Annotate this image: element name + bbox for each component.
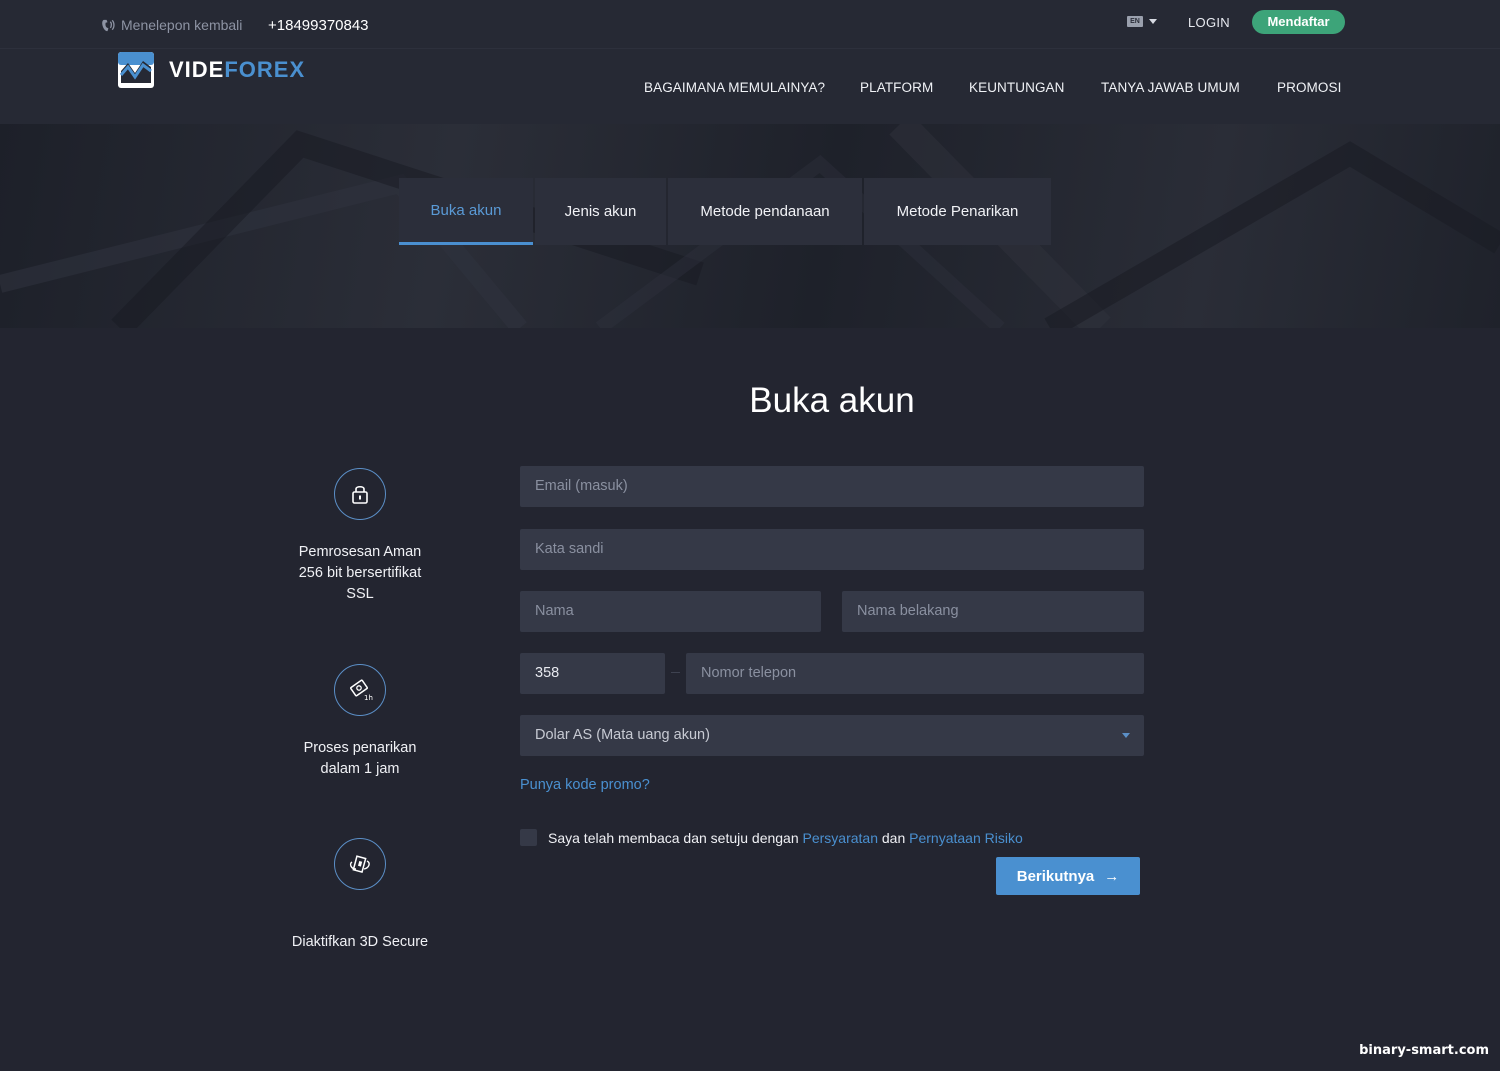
3d-secure-icon [349, 855, 370, 873]
withdraw-1h-icon: 1h [350, 679, 373, 702]
account-tabs: Buka akun Jenis akun Metode pendanaan Me… [399, 178, 1051, 245]
terms-agreement: Saya telah membaca dan setuju dengan Per… [520, 829, 1023, 846]
logo[interactable]: VIDEFOREX [117, 51, 305, 89]
arrow-right-icon: → [1104, 867, 1120, 885]
lock-icon [352, 485, 368, 504]
feature-line: Diaktifkan 3D Secure [291, 934, 429, 950]
risk-statement-link[interactable]: Pernyataan Risiko [909, 830, 1023, 846]
tab-funding-methods[interactable]: Metode pendanaan [668, 178, 862, 245]
feature-line: dalam 1 jam [320, 761, 400, 777]
tab-withdrawal-methods[interactable]: Metode Penarikan [864, 178, 1051, 245]
top-bar: Menelepon kembali +18499370843 EN LOGIN … [0, 0, 1500, 48]
language-flag-icon: EN [1127, 16, 1143, 27]
feature-line: 256 bit bersertifikat [298, 565, 422, 581]
watermark: binary-smart.com [1359, 1043, 1489, 1058]
password-field[interactable]: Kata sandi [520, 529, 1144, 570]
feature-line: Proses penarikan [303, 740, 417, 756]
feature-line: Pemrosesan Aman [298, 544, 422, 560]
feature-secure-processing: Pemrosesan Aman 256 bit bersertifikat SS… [250, 468, 470, 605]
feature-text: Diaktifkan 3D Secure [250, 932, 470, 953]
logo-text-forex: FOREX [224, 57, 306, 82]
terms-checkbox[interactable] [520, 829, 537, 846]
chevron-down-icon [1149, 19, 1157, 24]
page-title: Buka akun [749, 381, 915, 420]
agree-text: Saya telah membaca dan setuju dengan [548, 829, 799, 846]
agree-and-text: dan [881, 829, 906, 846]
nav-item-platform[interactable]: PLATFORM [860, 80, 933, 95]
currency-select[interactable]: Dolar AS (Mata uang akun) [520, 715, 1144, 756]
currency-select-value: Dolar AS (Mata uang akun) [535, 727, 710, 743]
login-link[interactable]: LOGIN [1188, 15, 1230, 30]
feature-text: Proses penarikan dalam 1 jam [250, 738, 470, 780]
first-name-field[interactable]: Nama [520, 591, 821, 632]
logo-text-vide: VIDE [169, 57, 225, 82]
phone-callback-icon [102, 19, 115, 31]
last-name-field[interactable]: Nama belakang [842, 591, 1144, 632]
tab-open-account[interactable]: Buka akun [399, 178, 533, 245]
nav-item-how-to-start[interactable]: BAGAIMANA MEMULAINYA? [644, 80, 825, 95]
callback-label: Menelepon kembali [121, 17, 243, 33]
feature-icon-circle [334, 838, 386, 890]
phone-separator [671, 672, 680, 673]
callback-link[interactable]: Menelepon kembali [100, 17, 242, 33]
language-selector[interactable]: EN [1127, 16, 1157, 27]
next-button-label: Berikutnya [1016, 867, 1095, 885]
feature-fast-withdrawal: 1h Proses penarikan dalam 1 jam [250, 664, 470, 780]
feature-text: Pemrosesan Aman 256 bit bersertifikat SS… [250, 542, 470, 605]
phone-field[interactable]: Nomor telepon [686, 653, 1144, 694]
hero-banner: Buka akun Jenis akun Metode pendanaan Me… [0, 124, 1500, 328]
phone-number[interactable]: +18499370843 [268, 17, 369, 34]
feature-icon-circle [334, 468, 386, 520]
next-button[interactable]: Berikutnya → [996, 857, 1140, 895]
main-navbar: VIDEFOREX BAGAIMANA MEMULAINYA? PLATFORM… [0, 48, 1500, 124]
promo-code-link[interactable]: Punya kode promo? [520, 777, 650, 793]
chevron-down-icon [1122, 733, 1130, 738]
logo-text: VIDEFOREX [169, 57, 305, 83]
feature-line: SSL [346, 586, 374, 602]
nav-item-benefits[interactable]: KEUNTUNGAN [969, 80, 1065, 95]
nav-item-faq[interactable]: TANYA JAWAB UMUM [1101, 80, 1240, 95]
tab-account-types[interactable]: Jenis akun [535, 178, 666, 245]
nav-item-promotions[interactable]: PROMOSI [1277, 80, 1341, 95]
phone-code-field[interactable]: 358 [520, 653, 665, 694]
logo-icon [118, 52, 154, 88]
terms-link[interactable]: Persyaratan [803, 830, 878, 846]
signup-button[interactable]: Mendaftar [1252, 10, 1345, 34]
svg-text:1h: 1h [364, 694, 373, 702]
email-field[interactable]: Email (masuk) [520, 466, 1144, 507]
feature-3d-secure: Diaktifkan 3D Secure [250, 838, 470, 953]
feature-icon-circle: 1h [334, 664, 386, 716]
